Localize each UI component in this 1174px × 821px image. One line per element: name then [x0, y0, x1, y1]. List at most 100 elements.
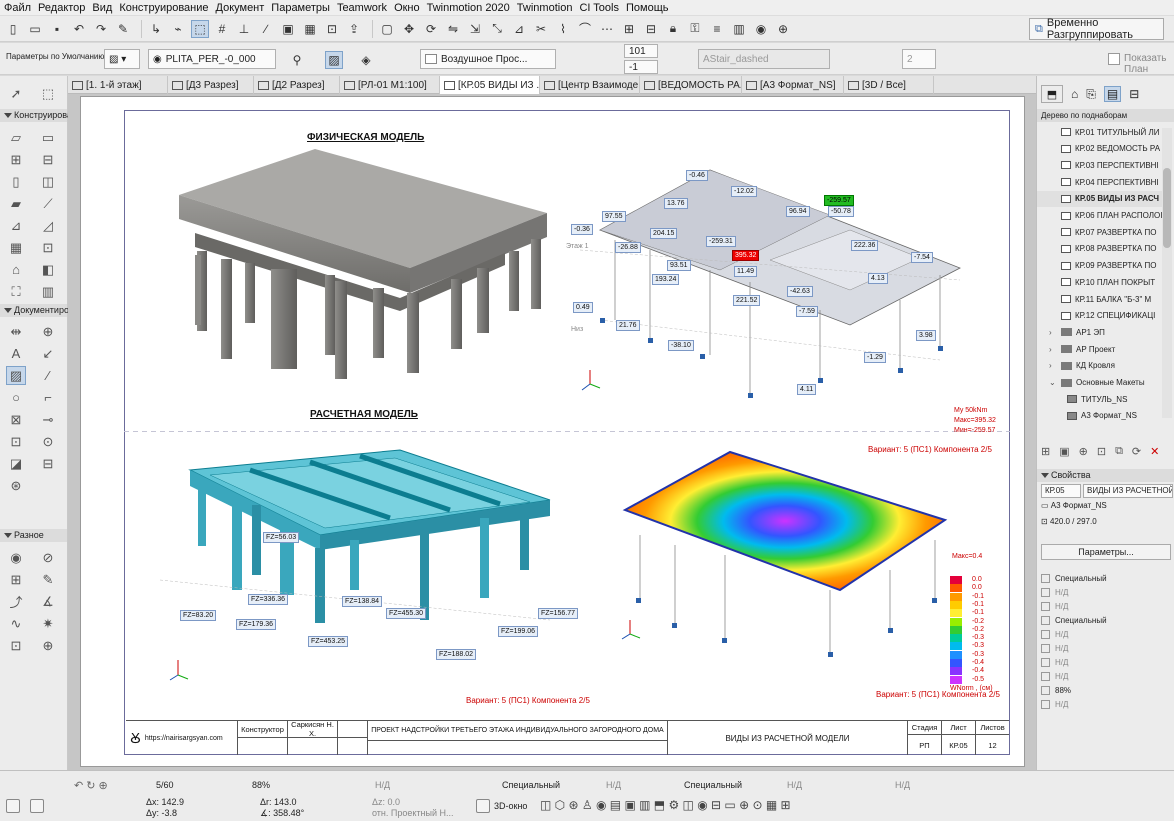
elevation-tool-icon[interactable]: ⊡	[6, 432, 26, 451]
camera-tool-icon[interactable]: ◉	[6, 548, 26, 567]
menu-item[interactable]: Twinmotion 2020	[427, 2, 510, 14]
detail-tool-icon[interactable]: ⊙	[38, 432, 58, 451]
redo-icon[interactable]: ↷	[92, 20, 110, 38]
layout-name-field[interactable]: ВИДЫ ИЗ РАСЧЕТНОЙ М	[1083, 484, 1173, 498]
slab-tool-icon[interactable]: ▰	[6, 194, 26, 213]
nd-indicator[interactable]: Н/Д	[895, 780, 910, 790]
fill-type-selector[interactable]: ▨ ▾	[104, 49, 140, 69]
menu-item[interactable]: Документ	[216, 2, 265, 14]
grid-toggle-icon[interactable]	[6, 799, 20, 813]
nd-indicator[interactable]: Н/Д	[787, 780, 802, 790]
stretch-icon[interactable]: ⤡	[488, 20, 506, 38]
3d-window-label[interactable]: 3D-окно	[494, 801, 527, 811]
nd-row[interactable]: Н/Д	[1041, 698, 1169, 711]
view-tab[interactable]: [КР.05 ВИДЫ ИЗ ...×	[440, 76, 540, 94]
nd-row[interactable]: Н/Д	[1041, 600, 1169, 613]
box-icon[interactable]: ▢	[378, 20, 396, 38]
worksheet-tool-icon[interactable]: ◪	[6, 454, 26, 473]
elevation-top-field[interactable]: 101	[624, 44, 658, 58]
eye-icon[interactable]: ◉	[752, 20, 770, 38]
arrow-tool-icon[interactable]: ➚	[6, 84, 26, 103]
section-tool-icon[interactable]: ⊸	[38, 410, 58, 429]
split-icon[interactable]: ⌇	[554, 20, 572, 38]
menu-item[interactable]: Файл	[4, 2, 31, 14]
menu-item[interactable]: Помощь	[626, 2, 669, 14]
undo-icon[interactable]: ↶	[70, 20, 88, 38]
figure-tool-icon[interactable]: ⤴	[6, 592, 26, 611]
draft-icon[interactable]: ⌁	[169, 20, 187, 38]
column-tool-icon[interactable]: ▭	[38, 128, 58, 147]
stair-tool-icon[interactable]: ◫	[38, 172, 58, 191]
publisher-icon[interactable]: ⊟	[1129, 87, 1139, 101]
nd-row[interactable]: Н/Д	[1041, 628, 1169, 641]
fill-tool-icon[interactable]: ▨	[6, 366, 26, 385]
teamwork-icon[interactable]: ⊕	[774, 20, 792, 38]
target-tool-icon[interactable]: ⊕	[38, 636, 58, 655]
door-tool-icon[interactable]: ▯	[6, 172, 26, 191]
nd-indicator[interactable]: Н/Д	[375, 780, 390, 790]
hatch-toggle-icon[interactable]: ▨	[325, 51, 343, 69]
nd-row[interactable]: Н/Д	[1041, 670, 1169, 683]
lock-icon[interactable]: 🔒︎	[664, 20, 682, 38]
layer-selector[interactable]: ◉ PLITA_PER_-0_000	[148, 49, 276, 69]
menu-item[interactable]: Параметры	[271, 2, 330, 14]
document-section-header[interactable]: Документиро	[0, 304, 69, 317]
structure-icon[interactable]: ⚲	[288, 51, 306, 69]
radial-dim-icon[interactable]: ⊘	[38, 548, 58, 567]
pen-icon[interactable]: ∕	[257, 20, 275, 38]
layout-item[interactable]: КР.01 ТИТУЛЬНЫЙ ЛИ	[1037, 124, 1165, 140]
zoom-row[interactable]: 88%	[1041, 684, 1169, 697]
layer-combo-icon[interactable]: ≡	[708, 20, 726, 38]
expand-chevron-icon[interactable]: ⌄	[1049, 378, 1057, 387]
label-tool-icon[interactable]: ↙	[38, 344, 58, 363]
layout-book-icon[interactable]: ▤	[1103, 86, 1122, 102]
3d-window-icon[interactable]	[476, 799, 490, 813]
group-icon[interactable]: ⊞	[620, 20, 638, 38]
subset-folder[interactable]: › АР1 ЭП	[1037, 324, 1165, 340]
nd-row[interactable]: Н/Д	[1041, 586, 1169, 599]
railing-tool-icon[interactable]: ⊡	[38, 238, 58, 257]
curtain-wall-tool-icon[interactable]: ▦	[6, 238, 26, 257]
layout-item[interactable]: КР.07 РАЗВЕРТКА ПО	[1037, 224, 1165, 240]
zone-tool-icon[interactable]: ⛶	[6, 282, 26, 301]
scrollbar-thumb[interactable]	[1163, 168, 1171, 248]
layout-item[interactable]: КР.05 ВИДЫ ИЗ РАСЧ	[1037, 190, 1165, 207]
layout-item[interactable]: КР.11 БАЛКА "Б-3" М	[1037, 291, 1165, 307]
expand-chevron-icon[interactable]: ›	[1049, 328, 1057, 337]
count-field[interactable]: 2	[902, 49, 936, 69]
shell-tool-icon[interactable]: ◿	[38, 216, 58, 235]
rotate-icon[interactable]: ⟳	[422, 20, 440, 38]
sun-tool-icon[interactable]: ✷	[38, 614, 58, 633]
layout-item[interactable]: КР.02 ВЕДОМОСТЬ РА	[1037, 141, 1165, 157]
wall-icon[interactable]: ▥	[730, 20, 748, 38]
select-mode-icon[interactable]: ⬚	[191, 19, 209, 38]
surface-icon[interactable]: ◈	[357, 51, 375, 69]
layout-item[interactable]: КР.09 РАЗВЕРТКА ПО	[1037, 258, 1165, 274]
layer-arrow-icon[interactable]: ↳	[147, 20, 165, 38]
subset-folder[interactable]: ⌄ Основные Макеты	[1037, 375, 1165, 391]
angle-dim-icon[interactable]: ∡	[38, 592, 58, 611]
grid-tool-icon[interactable]: ⊛	[6, 476, 26, 495]
object-tool-icon[interactable]: ◧	[38, 260, 58, 279]
save-icon[interactable]: ▪	[48, 20, 66, 38]
layout-id-field[interactable]: КР.05	[1041, 484, 1081, 498]
image-tool-icon[interactable]: ⊡	[6, 636, 26, 655]
grid-icon[interactable]: ▦	[301, 20, 319, 38]
master-layout-item[interactable]: А3 Формат_NS	[1037, 408, 1165, 424]
view-tab[interactable]: [А3 Формат_NS]	[742, 76, 844, 94]
reference-level[interactable]: отн. Проектный Н...	[372, 808, 454, 818]
mesh-tool-icon[interactable]: ⊿	[6, 216, 26, 235]
snap-toggle-icon[interactable]	[30, 799, 44, 813]
subset-folder[interactable]: › КД Кровля	[1037, 358, 1165, 374]
morph-tool-icon[interactable]: ⌂	[6, 260, 26, 279]
wall-tool-icon[interactable]: ▱	[6, 128, 26, 147]
special-row-2[interactable]: Специальный	[1041, 614, 1169, 627]
layout-item[interactable]: КР.10 ПЛАН ПОКРЫТ	[1037, 274, 1165, 290]
linetype-selector[interactable]: AStair_dashed	[698, 49, 830, 69]
mirror-icon[interactable]: ⇋	[444, 20, 462, 38]
view-tab[interactable]: [1. 1-й этаж]	[68, 76, 168, 94]
duplicate-icon[interactable]: ⧉	[1115, 445, 1123, 458]
show-plan-checkbox[interactable]	[1108, 53, 1120, 65]
project-map-icon[interactable]: ⌂	[1071, 87, 1078, 101]
line-tool-icon[interactable]: ∕	[38, 366, 58, 385]
